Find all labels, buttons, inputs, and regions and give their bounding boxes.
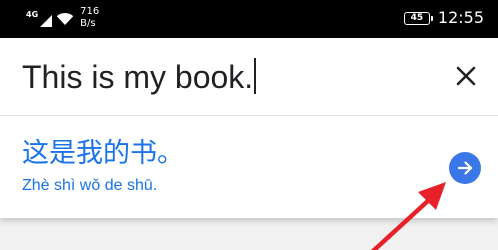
source-text-input[interactable]: This is my book. (22, 58, 257, 96)
translation-text: 这是我的书。 (22, 138, 184, 169)
text-cursor (254, 58, 257, 94)
open-translation-button[interactable] (449, 152, 481, 184)
network-speed-value: 716 (80, 6, 100, 17)
network-type: 4G (26, 10, 39, 19)
status-left: 4G 716 B/s (26, 6, 99, 31)
pinyin-text: Zhè shì wǒ de shū. (22, 177, 158, 194)
arrow-right-icon (457, 161, 473, 175)
network-speed-unit: B/s (80, 18, 96, 29)
close-icon (456, 66, 476, 86)
network-speed: 716 B/s (80, 6, 99, 30)
status-bar: 4G 716 B/s 45 12:55 (0, 0, 498, 38)
status-right: 45 12:55 (403, 8, 484, 27)
translation-card: This is my book. 这是我的书。 Zhè shì wǒ de sh… (0, 38, 498, 218)
source-text: This is my book. (22, 59, 254, 95)
status-time: 12:55 (437, 8, 484, 27)
battery-level: 45 (410, 12, 424, 23)
signal-icon (40, 12, 53, 31)
input-row: This is my book. (0, 38, 498, 116)
battery-icon: 45 (403, 11, 433, 25)
translation-result[interactable]: 这是我的书。 Zhè shì wǒ de shū. (0, 116, 498, 218)
wifi-icon (56, 11, 74, 30)
clear-input-button[interactable] (452, 62, 480, 90)
